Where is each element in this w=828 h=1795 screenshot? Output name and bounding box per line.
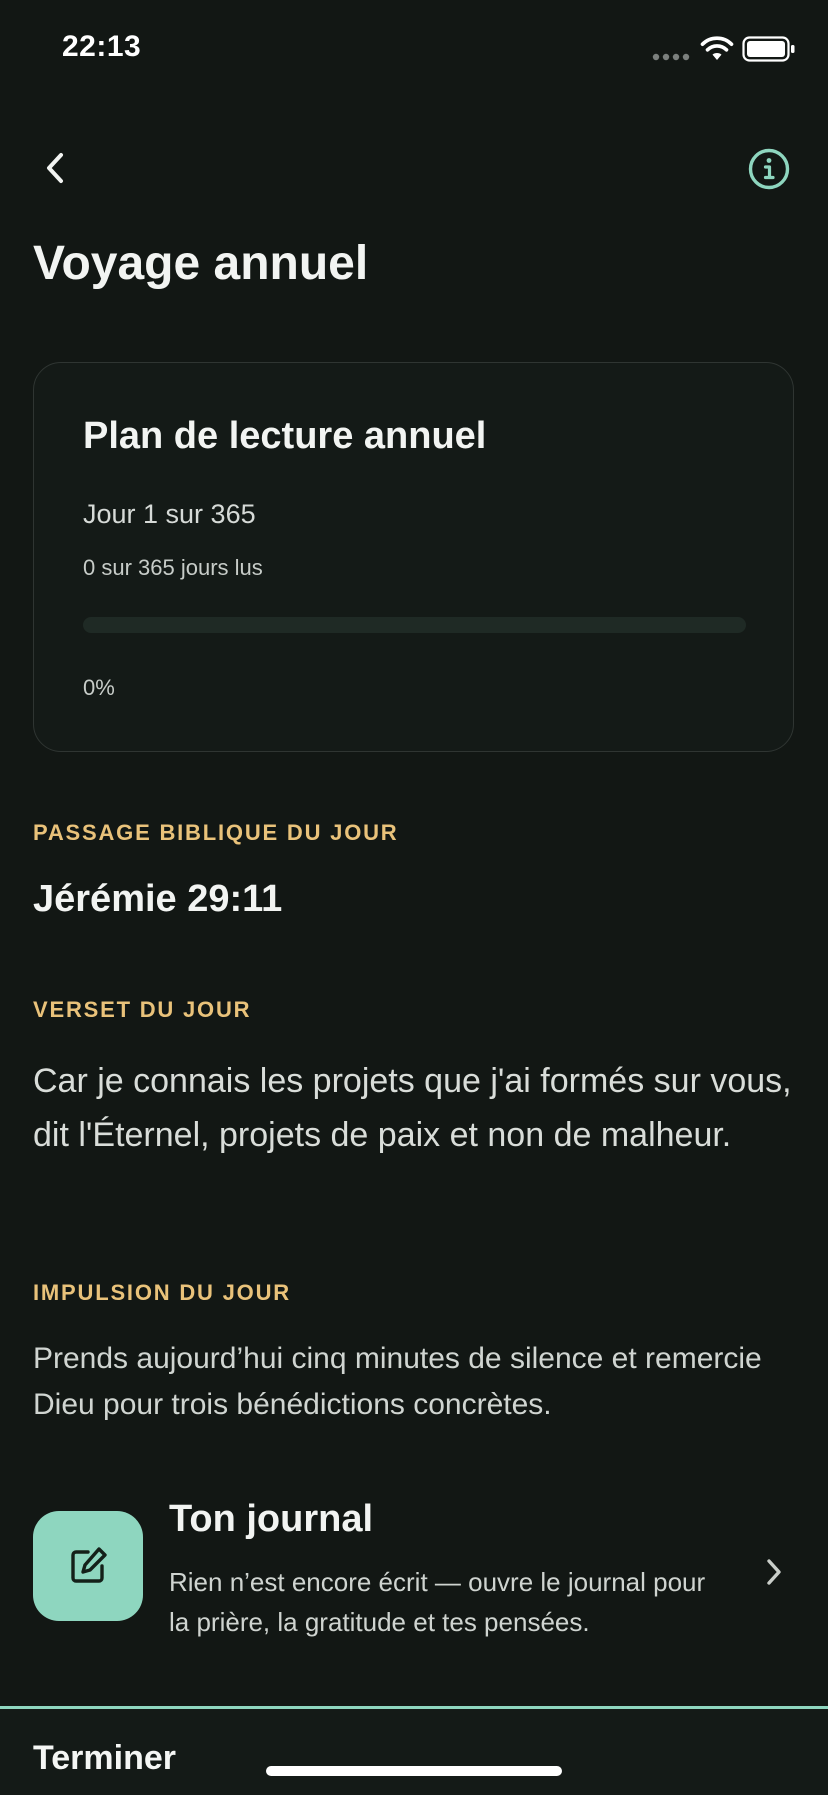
info-circle-icon [748, 148, 790, 190]
verse-section-label: VERSET DU JOUR [33, 997, 252, 1022]
home-indicator [266, 1766, 562, 1776]
plan-days-read: 0 sur 365 jours lus [83, 555, 263, 580]
journal-title: Ton journal [169, 1498, 374, 1540]
plan-day-counter: Jour 1 sur 365 [83, 499, 256, 529]
info-button[interactable] [746, 146, 792, 192]
plan-progress-percent: 0% [83, 675, 115, 700]
journal-icon-tile [33, 1511, 143, 1621]
plan-title: Plan de lecture annuel [83, 415, 487, 457]
chevron-right-icon [767, 1559, 781, 1585]
battery-icon [742, 36, 795, 62]
reading-plan-card: Plan de lecture annuel Jour 1 sur 365 0 … [33, 362, 794, 752]
status-bar: 22:13 [0, 0, 828, 96]
edit-note-icon [71, 1547, 107, 1583]
chevron-left-icon [47, 153, 63, 183]
passage-section-label: PASSAGE BIBLIQUE DU JOUR [33, 820, 399, 845]
status-time: 22:13 [62, 30, 142, 63]
plan-progress-bar [83, 617, 746, 633]
wifi-icon [700, 36, 734, 60]
journal-entry-row[interactable]: Ton journal Rien n’est encore écrit — ou… [33, 1490, 795, 1650]
journal-description: Rien n’est encore écrit — ouvre le journ… [169, 1567, 706, 1637]
passage-reference: Jérémie 29:11 [33, 878, 283, 920]
impulse-section-label: IMPULSION DU JOUR [33, 1280, 291, 1305]
bottom-action-bar: Terminer [0, 1706, 828, 1795]
verse-text: Car je connais les projets que j'ai form… [33, 1062, 792, 1154]
finish-button[interactable]: Terminer [33, 1739, 176, 1778]
impulse-text: Prends aujourd’hui cinq minutes de silen… [33, 1342, 762, 1421]
cellular-signal-icon [652, 53, 690, 61]
back-button[interactable] [36, 142, 76, 194]
page-title: Voyage annuel [33, 237, 369, 290]
